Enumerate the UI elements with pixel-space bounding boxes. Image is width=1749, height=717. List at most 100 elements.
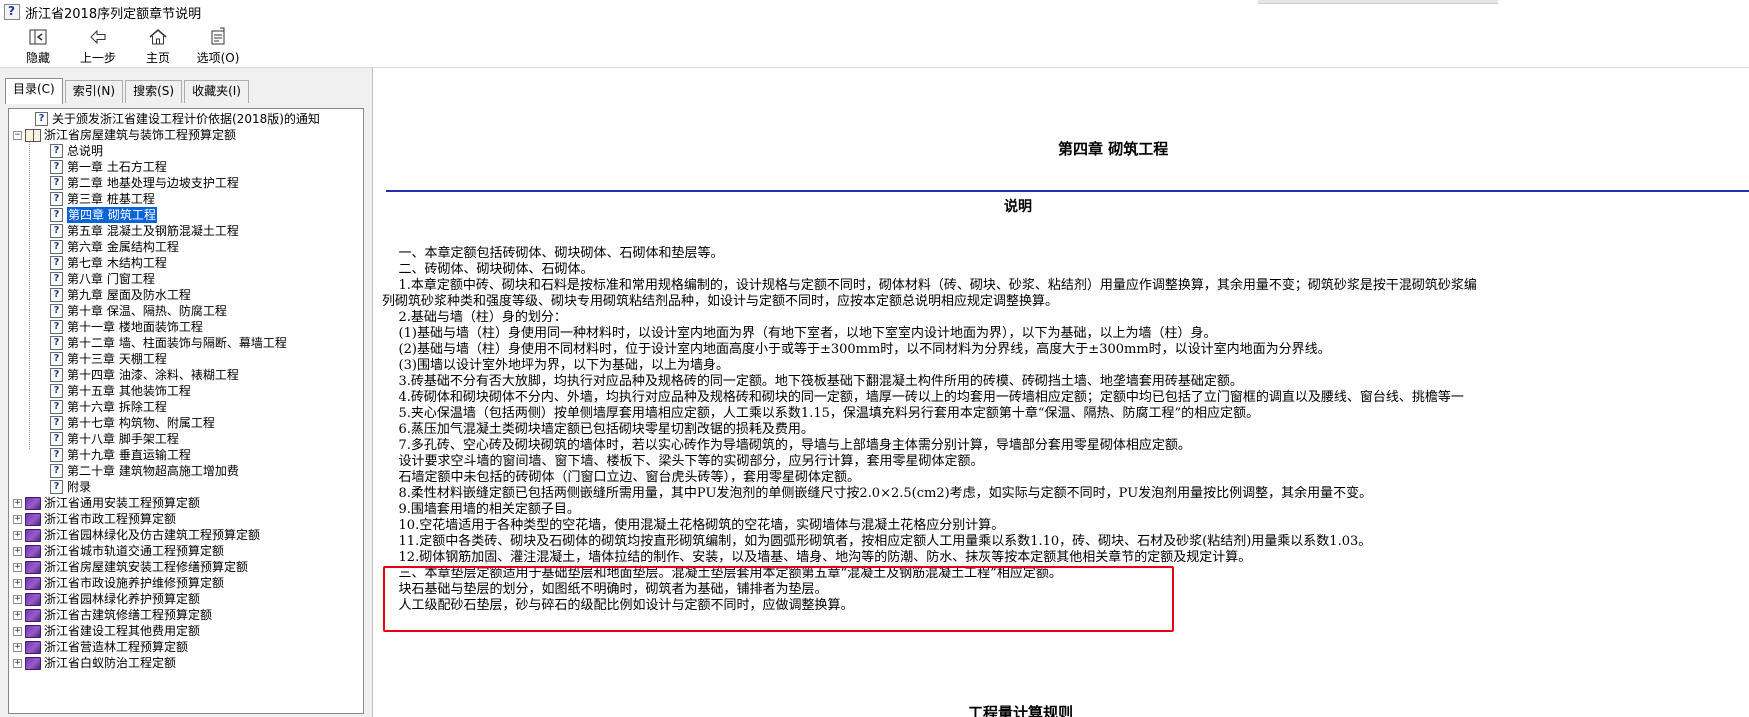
tree-item[interactable]: + 浙江省房屋建筑安装工程修缮预算定额 [11, 559, 361, 575]
body-line: 10.空花墙适用于各种类型的空花墙，使用混凝土花格砌筑的空花墙，实砌墙体与混凝土… [382, 518, 1005, 533]
tree-item[interactable]: ? 第十八章 脚手架工程 [11, 431, 361, 447]
tree-item-label: 浙江省古建筑修缮工程预算定额 [44, 608, 213, 622]
tree-item[interactable]: ? 关于颁发浙江省建设工程计价依据(2018版)的通知 [11, 111, 361, 127]
tree-item[interactable]: ? 第九章 屋面及防水工程 [11, 287, 361, 303]
tree-item[interactable]: + 浙江省城市轨道交通工程预算定额 [11, 543, 361, 559]
tree-item-label: 第六章 金属结构工程 [67, 240, 179, 254]
tree-item[interactable]: + 浙江省古建筑修缮工程预算定额 [11, 607, 361, 623]
title-divider [386, 190, 1749, 192]
back-button[interactable]: 上一步 [70, 24, 126, 68]
closed-book-icon [25, 640, 41, 654]
tree-item[interactable]: + 浙江省园林绿化养护预算定额 [11, 591, 361, 607]
tree-item-label: 第七章 木结构工程 [67, 256, 167, 270]
tree-item-label: 第十章 保温、隔热、防腐工程 [67, 304, 227, 318]
tree-item-label: 浙江省建设工程其他费用定额 [44, 624, 201, 638]
expand-icon[interactable]: + [13, 658, 22, 668]
tab-index[interactable]: 索引(N) [64, 80, 124, 103]
tree-item[interactable]: + 浙江省市政工程预算定额 [11, 511, 361, 527]
body-line: 12.砌体钢筋加固、灌注混凝土，墙体拉结的制作、安装，以及墙基、墙身、地沟等的防… [382, 550, 1252, 565]
tree-item[interactable]: ? 第十四章 油漆、涂料、裱糊工程 [11, 367, 361, 383]
window-title: 浙江省2018序列定额章节说明 [25, 6, 202, 22]
hide-button[interactable]: 隐藏 [10, 24, 66, 68]
tree-item-label: 浙江省房屋建筑安装工程修缮预算定额 [44, 560, 249, 574]
closed-book-icon [25, 592, 41, 606]
body-line: 列砌筑砂浆种类和强度等级、砌块专用砌筑粘结剂品种，如设计与定额不同时，应按本定额… [382, 294, 1059, 309]
question-icon: ? [50, 304, 63, 318]
tree-item[interactable]: ? 第十七章 构筑物、附属工程 [11, 415, 361, 431]
tree-item[interactable]: ? 第七章 木结构工程 [11, 255, 361, 271]
tree-item[interactable]: − 浙江省房屋建筑与装饰工程预算定额 [11, 127, 361, 143]
question-icon: ? [50, 256, 63, 270]
tree-item[interactable]: ? 附录 [11, 479, 361, 495]
tree-item[interactable]: ? 第十章 保温、隔热、防腐工程 [11, 303, 361, 319]
expand-icon[interactable]: + [13, 514, 22, 524]
tree-item[interactable]: + 浙江省园林绿化及仿古建筑工程预算定额 [11, 527, 361, 543]
closed-book-icon [25, 512, 41, 526]
expand-icon[interactable]: + [13, 642, 22, 652]
tree-item-label: 浙江省园林绿化及仿古建筑工程预算定额 [44, 528, 261, 542]
tree-item[interactable]: ? 第八章 门窗工程 [11, 271, 361, 287]
body-line: 7.多孔砖、空心砖及砌块砌筑的墙体时，若以实心砖作为导墙砌筑的，导墙与上部墙身主… [382, 438, 1191, 453]
tree-item-label: 关于颁发浙江省建设工程计价依据(2018版)的通知 [52, 112, 320, 126]
tree-item[interactable]: + 浙江省建设工程其他费用定额 [11, 623, 361, 639]
tab-favorites[interactable]: 收藏夹(I) [184, 80, 249, 103]
body-line: 4.砖砌体和砌块砌体不分内、外墙，均执行对应品种及规格砖和砌块的同一定额，墙厚一… [382, 390, 1464, 405]
tab-search[interactable]: 搜索(S) [125, 80, 183, 103]
tree-item[interactable]: ? 第十五章 其他装饰工程 [11, 383, 361, 399]
question-icon: ? [50, 176, 63, 190]
tree-item-label: 第一章 土石方工程 [67, 160, 167, 174]
tree-item[interactable]: ? 第十一章 楼地面装饰工程 [11, 319, 361, 335]
expand-icon[interactable]: + [13, 610, 22, 620]
tree-item[interactable]: + 浙江省通用安装工程预算定额 [11, 495, 361, 511]
tree-item-label: 浙江省房屋建筑与装饰工程预算定额 [44, 128, 237, 142]
help-app-icon [4, 4, 20, 20]
tree-item[interactable]: ? 第四章 砌筑工程 [11, 207, 361, 223]
expand-icon[interactable]: + [13, 546, 22, 556]
tree-item[interactable]: ? 第十三章 天棚工程 [11, 351, 361, 367]
body-line: 3.砖基础不分有否大放脚，均执行对应品种及规格砖的同一定额。地下筏板基础下翻混凝… [382, 374, 1243, 389]
tree-item-label: 第四章 砌筑工程 [67, 207, 157, 223]
tree-item[interactable]: ? 第十二章 墙、柱面装饰与隔断、幕墙工程 [11, 335, 361, 351]
closed-book-icon [25, 496, 41, 510]
topic-content[interactable]: 第四章 砌筑工程 说明 一、本章定额包括砖砌体、砌块砌体、石砌体和垫层等。 二、… [374, 68, 1749, 717]
expand-icon[interactable]: + [13, 562, 22, 572]
collapse-icon[interactable]: − [13, 130, 22, 140]
tree-item[interactable]: ? 第二十章 建筑物超高施工增加费 [11, 463, 361, 479]
options-button-label: 选项(O) [196, 51, 240, 65]
contents-tree[interactable]: ? 关于颁发浙江省建设工程计价依据(2018版)的通知 − 浙江省房屋建筑与装饰工程预… [8, 108, 364, 714]
question-icon: ? [50, 352, 63, 366]
tree-item[interactable]: + 浙江省营造林工程预算定额 [11, 639, 361, 655]
home-button[interactable]: 主页 [130, 24, 186, 68]
expand-icon[interactable]: + [13, 626, 22, 636]
body-line: 2.基础与墙（柱）身的划分： [382, 310, 567, 325]
body-line: 5.夹心保温墙（包括两侧）按单侧墙厚套用墙相应定额，人工乘以系数1.15，保温填… [382, 406, 1260, 421]
tab-contents[interactable]: 目录(C) [5, 78, 63, 104]
tree-item[interactable]: ? 第六章 金属结构工程 [11, 239, 361, 255]
tree-item[interactable]: ? 第五章 混凝土及钢筋混凝土工程 [11, 223, 361, 239]
closed-book-icon [25, 656, 41, 670]
tree-item[interactable]: + 浙江省市政设施养护维修预算定额 [11, 575, 361, 591]
tree-item[interactable]: ? 第一章 土石方工程 [11, 159, 361, 175]
closed-book-icon [25, 528, 41, 542]
question-icon: ? [50, 432, 63, 446]
hide-pane-icon [29, 29, 47, 45]
question-icon: ? [50, 240, 63, 254]
expand-icon[interactable]: + [13, 498, 22, 508]
tree-item[interactable]: ? 第十六章 拆除工程 [11, 399, 361, 415]
expand-icon[interactable]: + [13, 578, 22, 588]
expand-icon[interactable]: + [13, 594, 22, 604]
home-button-label: 主页 [145, 51, 170, 65]
section-title: 说明 [1004, 199, 1032, 215]
tree-item[interactable]: ? 总说明 [11, 143, 361, 159]
tree-item[interactable]: ? 第十九章 垂直运输工程 [11, 447, 361, 463]
options-icon [211, 27, 225, 45]
tree-item-label: 第十五章 其他装饰工程 [67, 384, 191, 398]
tree-item[interactable]: + 浙江省白蚁防治工程定额 [11, 655, 361, 671]
tree-item[interactable]: ? 第二章 地基处理与边坡支护工程 [11, 175, 361, 191]
options-button[interactable]: 选项(O) [190, 24, 246, 68]
tree-item[interactable]: ? 第三章 桩基工程 [11, 191, 361, 207]
question-icon: ? [50, 400, 63, 414]
tree-item-label: 第十二章 墙、柱面装饰与隔断、幕墙工程 [67, 336, 287, 350]
body-line: 11.定额中各类砖、砌块及石砌体的砌筑均按直形砌筑编制，如为圆弧形砌筑者，按相应… [382, 534, 1372, 549]
expand-icon[interactable]: + [13, 530, 22, 540]
